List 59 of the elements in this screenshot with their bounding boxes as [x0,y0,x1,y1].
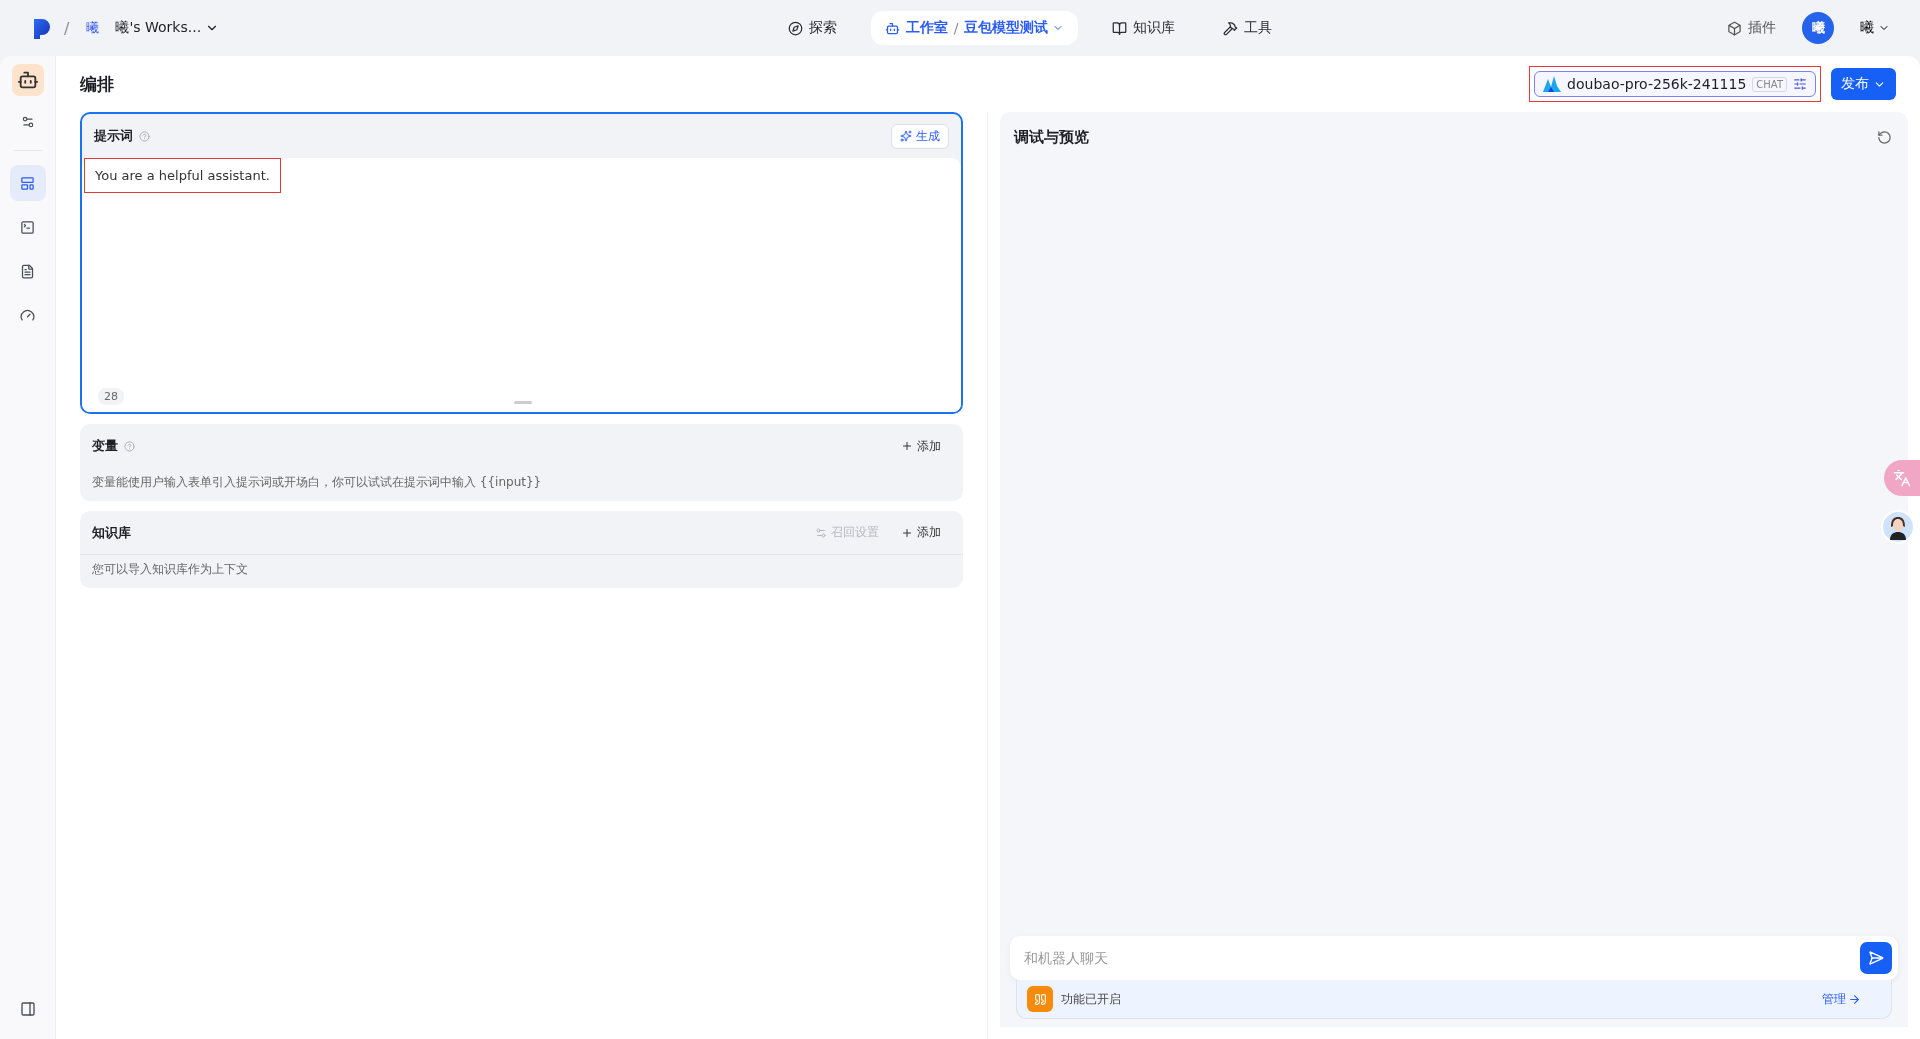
robot-icon [884,20,900,36]
user-menu[interactable]: 曦 [1854,18,1896,38]
model-tag: CHAT [1752,76,1787,92]
generate-button[interactable]: 生成 [891,123,949,149]
sparkle-icon [900,130,912,142]
chat-composer[interactable]: 和机器人聊天 [1010,936,1898,980]
gauge-icon [20,307,35,323]
document-icon [20,263,35,279]
sliders-icon [815,526,827,539]
chat-input[interactable]: 和机器人聊天 [1022,949,1860,967]
model-selector[interactable]: doubao-pro-256k-241115 CHAT [1534,71,1816,97]
book-icon [1112,20,1128,36]
breadcrumb-separator: / [953,20,959,36]
compass-icon [787,20,803,36]
resize-handle[interactable] [513,401,532,404]
send-icon [1868,950,1884,966]
section-hint: 变量能使用户输入表单引入提示词或开场白，你可以试试在提示词中输入 {{input}} [91,474,543,491]
sidebar-button[interactable] [9,165,46,201]
add-button[interactable]: 添加 [891,437,951,455]
workspace-switcher[interactable]: 曦's Works... [115,19,220,37]
terminal-icon [20,219,35,235]
section-title: 知识库 [92,523,131,542]
prompt-text[interactable]: You are a helpful assistant. [84,158,281,193]
bot-avatar-icon [11,64,44,96]
project-breadcrumb[interactable]: 豆包模型测试 [964,19,1065,37]
page-title: 编排 [80,72,115,96]
mountain-icon [1543,76,1562,92]
sliders-icon [20,115,35,129]
logo-icon [32,17,52,39]
panel-icon [19,1001,36,1017]
plus-icon [901,440,913,452]
feature-status: 功能已开启 [1061,990,1122,1008]
nav-tab[interactable]: 工具 [1209,11,1287,45]
manage-link[interactable]: 管理 [1822,990,1861,1008]
user-avatar[interactable]: 曦 [1802,12,1834,44]
persona-avatar[interactable] [1881,510,1915,544]
nav-tab[interactable]: 工作室 / 豆包模型测试 [870,11,1079,45]
breadcrumb-separator: / [64,18,70,38]
plugin-link[interactable]: 插件 [1721,18,1782,38]
panel-title: 调试与预览 [1014,127,1090,147]
sliders-icon [1793,77,1807,91]
translate-icon [1893,469,1911,487]
section-hint: 您可以导入知识库作为上下文 [91,561,249,578]
character-count: 28 [98,388,124,405]
nav-tab[interactable]: 知识库 [1098,11,1190,45]
workspace-initial: 曦 [84,19,100,37]
add-button[interactable]: 添加 [891,524,951,541]
reset-icon [1877,129,1892,145]
quote-glyph-icon [1033,992,1047,1006]
section-title: 变量 [92,437,118,455]
nav-tab[interactable]: 探索 [773,11,851,45]
arrow-right-icon [1848,992,1861,1006]
publish-button[interactable]: 发布 [1831,68,1896,100]
plus-icon [901,526,913,539]
hammer-icon [1223,20,1239,36]
cube-icon [1727,20,1742,36]
section-title: 提示词 [94,127,133,145]
send-button[interactable] [1860,942,1892,974]
layout-icon [20,175,35,191]
